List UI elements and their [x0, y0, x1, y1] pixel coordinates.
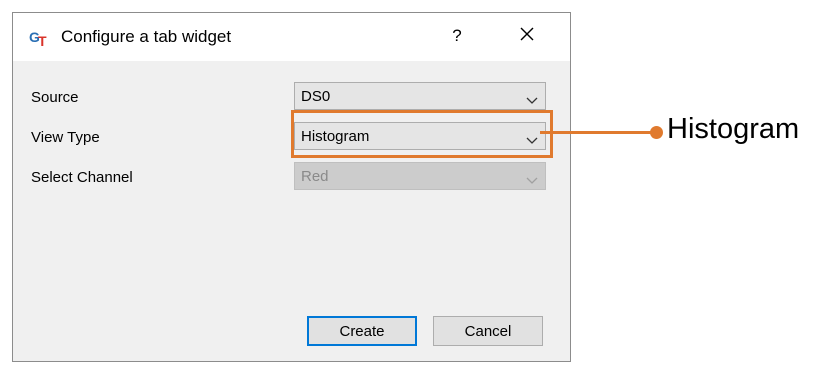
callout-label: Histogram	[667, 113, 800, 145]
select-channel-value: Red	[301, 168, 329, 185]
dialog-title: Configure a tab widget	[61, 27, 232, 46]
source-value: DS0	[301, 88, 331, 105]
callout-dot	[650, 126, 663, 139]
view-type-label: View Type	[31, 129, 100, 146]
close-icon	[519, 26, 535, 47]
select-channel-label: Select Channel	[31, 169, 133, 186]
chevron-down-icon	[526, 172, 538, 184]
callout-line	[540, 131, 656, 134]
chevron-down-icon	[526, 92, 538, 104]
page: G T Configure a tab widget ? Source DS0	[0, 0, 819, 374]
select-channel-combobox: Red	[294, 162, 546, 190]
source-label: Source	[31, 89, 79, 106]
help-label: ?	[452, 26, 462, 45]
cancel-button[interactable]: Cancel	[433, 316, 543, 346]
svg-text:T: T	[38, 33, 47, 47]
close-button[interactable]	[507, 19, 547, 53]
view-type-highlight	[291, 110, 553, 158]
app-logo-icon: G T	[29, 29, 51, 49]
dialog-titlebar: G T Configure a tab widget ?	[13, 13, 570, 61]
source-combobox[interactable]: DS0	[294, 82, 546, 110]
create-button[interactable]: Create	[307, 316, 417, 346]
configure-tab-widget-dialog: G T Configure a tab widget ? Source DS0	[12, 12, 571, 362]
help-button[interactable]: ?	[437, 19, 477, 53]
